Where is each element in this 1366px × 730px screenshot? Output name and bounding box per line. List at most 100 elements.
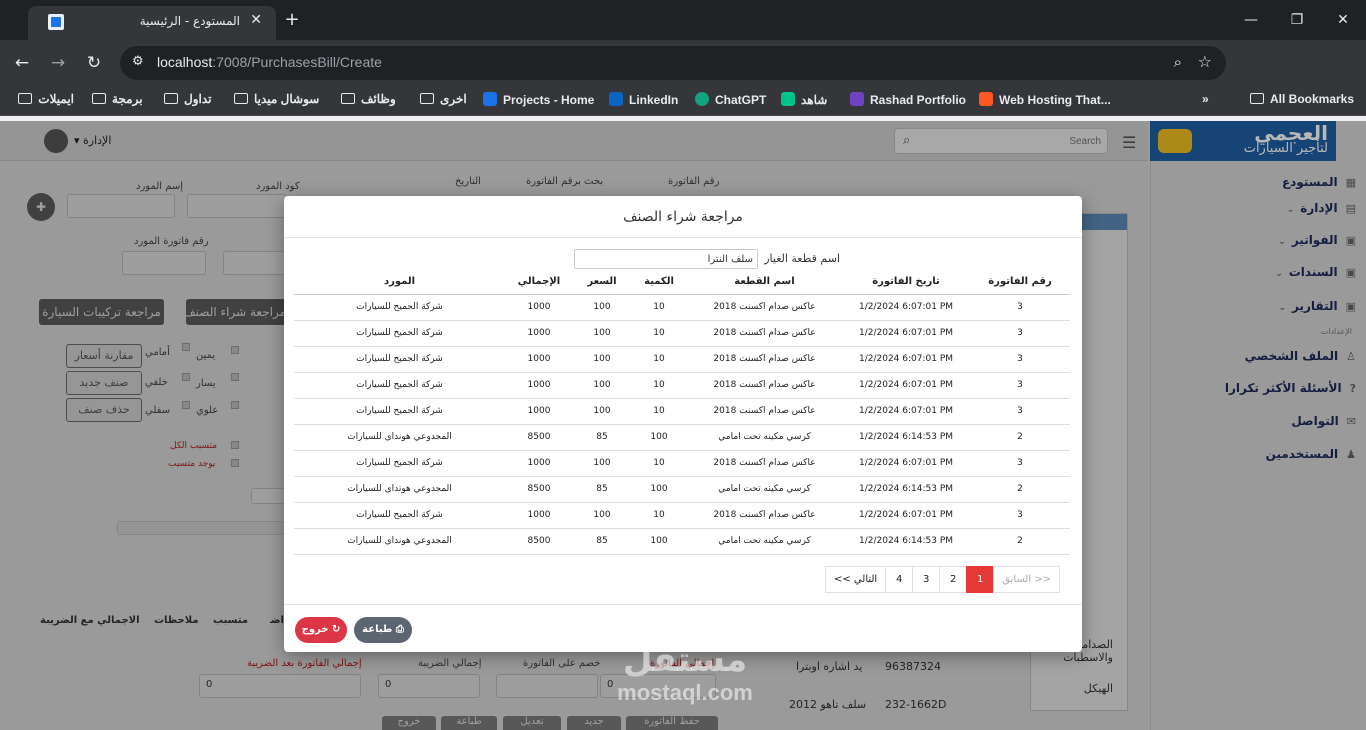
print-button[interactable]: ⎙ طباعة	[354, 617, 412, 643]
folder-icon	[1250, 93, 1264, 104]
bookmark-link[interactable]: Rashad Portfolio	[850, 92, 966, 107]
exit-button[interactable]: ↻ خروج	[295, 617, 347, 643]
bookmark-link[interactable]: Web Hosting That...	[979, 92, 1111, 107]
cell-supplier: شركة الجميح للسيارات	[294, 294, 505, 321]
pagination-next[interactable]: التالي >>	[825, 566, 887, 593]
reload-icon[interactable]: ↻	[82, 51, 106, 75]
cell-quantity: 10	[631, 450, 687, 477]
cell-part-name: كرسي مكينه تحت امامي	[687, 476, 842, 503]
bookmark-folder[interactable]: تداول	[164, 92, 212, 106]
new-tab-button[interactable]: +	[280, 10, 304, 32]
cell-price: 100	[573, 320, 631, 347]
url-text: localhost:7008/PurchasesBill/Create	[157, 54, 382, 70]
pagination: التالي >> 4 3 2 1 << السابق	[825, 566, 1061, 593]
cell-part-name: عاكس صدام اكسنت 2018	[687, 320, 842, 347]
cell-part-name: عاكس صدام اكسنت 2018	[687, 372, 842, 399]
pagination-prev[interactable]: << السابق	[993, 566, 1061, 593]
bookmark-folder[interactable]: اخرى	[420, 92, 467, 106]
cell-total: 8500	[505, 528, 573, 555]
all-bookmarks[interactable]: All Bookmarks	[1250, 92, 1354, 106]
cell-price: 100	[573, 294, 631, 321]
cell-total: 1000	[505, 320, 573, 347]
mostaql-watermark: مستقل mostaql.com	[600, 640, 770, 712]
zoom-icon[interactable]: ⌕	[1174, 53, 1182, 71]
forward-arrow-icon[interactable]: →	[46, 51, 70, 75]
cell-quantity: 10	[631, 398, 687, 425]
bookmark-folder[interactable]: وظائف	[341, 92, 396, 106]
pagination-page-1[interactable]: 1	[966, 566, 995, 593]
cell-total: 8500	[505, 424, 573, 451]
table-row[interactable]: 2 1/2/2024 6:14:53 PM كرسي مكينه تحت امامي…	[294, 528, 1070, 555]
table-row[interactable]: 3 1/2/2024 6:07:01 PM عاكس صدام اكسنت 2018…	[294, 294, 1070, 321]
tab-close-icon[interactable]: ✕	[250, 12, 262, 28]
bookmarks-overflow-icon[interactable]: »	[1202, 92, 1209, 106]
folder-icon	[341, 93, 355, 104]
pagination-page-3[interactable]: 3	[912, 566, 941, 593]
tab-title: المستودع - الرئيسية	[139, 14, 240, 28]
bookmark-link[interactable]: ChatGPT	[695, 92, 766, 107]
exit-button-label: خروج	[301, 624, 329, 635]
col-bill-number: رقم الفاتورة	[970, 270, 1070, 295]
table-row[interactable]: 3 1/2/2024 6:07:01 PM عاكس صدام اكسنت 2018…	[294, 502, 1070, 529]
part-name-input[interactable]	[574, 249, 758, 269]
bookmark-label: اخرى	[440, 92, 467, 106]
bookmark-link[interactable]: شاهد	[781, 92, 827, 107]
browser-tab[interactable]: المستودع - الرئيسية ✕	[28, 6, 276, 40]
table-row[interactable]: 3 1/2/2024 6:07:01 PM عاكس صدام اكسنت 2018…	[294, 346, 1070, 373]
table-row[interactable]: 3 1/2/2024 6:07:01 PM عاكس صدام اكسنت 2018…	[294, 320, 1070, 347]
table-row[interactable]: 2 1/2/2024 6:14:53 PM كرسي مكينه تحت امامي…	[294, 424, 1070, 451]
bookmark-folder[interactable]: سوشال ميديا	[234, 92, 319, 106]
cell-bill-number: 3	[970, 372, 1070, 399]
table-row[interactable]: 3 1/2/2024 6:07:01 PM عاكس صدام اكسنت 2018…	[294, 372, 1070, 399]
close-window-icon[interactable]: ✕	[1320, 0, 1366, 40]
table-row[interactable]: 3 1/2/2024 6:07:01 PM عاكس صدام اكسنت 2018…	[294, 450, 1070, 477]
browser-tab-strip: المستودع - الرئيسية ✕ + — ❐ ✕	[0, 0, 1366, 40]
tab-favicon-icon	[48, 14, 64, 30]
minimize-icon[interactable]: —	[1228, 0, 1274, 40]
linkedin-icon	[609, 92, 623, 106]
bookmark-folder[interactable]: برمجة	[92, 92, 143, 106]
cell-price: 100	[573, 372, 631, 399]
bookmark-folder[interactable]: ايميلات	[18, 92, 74, 106]
bookmark-label: LinkedIn	[629, 93, 679, 107]
back-arrow-icon[interactable]: ←	[10, 51, 34, 75]
table-row[interactable]: 3 1/2/2024 6:07:01 PM عاكس صدام اكسنت 2018…	[294, 398, 1070, 425]
cell-quantity: 10	[631, 294, 687, 321]
cell-part-name: عاكس صدام اكسنت 2018	[687, 346, 842, 373]
address-bar[interactable]: ⚙ localhost:7008/PurchasesBill/Create ⌕ …	[120, 46, 1226, 80]
cell-part-name: عاكس صدام اكسنت 2018	[687, 502, 842, 529]
bookmarks-bar: ايميلات برمجة تداول سوشال ميديا وظائف اخ…	[0, 86, 1366, 116]
folder-icon	[234, 93, 248, 104]
cell-part-name: عاكس صدام اكسنت 2018	[687, 398, 842, 425]
col-supplier: المورد	[294, 270, 505, 295]
url-path: :7008/PurchasesBill/Create	[212, 54, 382, 70]
purchases-table: رقم الفاتورة تاريخ الفاتورة اسم القطعة ا…	[294, 270, 1070, 555]
site-info-icon[interactable]: ⚙	[132, 54, 144, 69]
table-row[interactable]: 2 1/2/2024 6:14:53 PM كرسي مكينه تحت امامي…	[294, 476, 1070, 503]
cell-supplier: المجدوعي هونداى للسيارات	[294, 424, 505, 451]
restore-icon[interactable]: ❐	[1274, 0, 1320, 40]
cell-bill-number: 2	[970, 476, 1070, 503]
folder-icon	[164, 93, 178, 104]
cell-total: 1000	[505, 294, 573, 321]
bookmark-label: Rashad Portfolio	[870, 93, 967, 107]
bookmark-label: ChatGPT	[715, 93, 767, 107]
pagination-page-2[interactable]: 2	[939, 566, 968, 593]
hosting-icon	[979, 92, 993, 106]
cell-total: 1000	[505, 372, 573, 399]
all-bookmarks-label: All Bookmarks	[1270, 92, 1355, 106]
cell-bill-date: 1/2/2024 6:14:53 PM	[842, 476, 970, 503]
shahid-icon	[781, 92, 795, 106]
watermark-line2: mostaql.com	[617, 680, 753, 705]
cell-bill-number: 3	[970, 450, 1070, 477]
bookmark-link[interactable]: LinkedIn	[609, 92, 678, 107]
pagination-page-4[interactable]: 4	[885, 566, 914, 593]
bookmark-star-icon[interactable]: ☆	[1198, 52, 1212, 71]
window-controls: — ❐ ✕	[1228, 0, 1366, 40]
cell-part-name: كرسي مكينه تحت امامي	[687, 528, 842, 555]
cell-bill-date: 1/2/2024 6:07:01 PM	[842, 294, 970, 321]
browser-toolbar: ← → ↻ ⚙ localhost:7008/PurchasesBill/Cre…	[0, 40, 1366, 113]
cell-total: 1000	[505, 398, 573, 425]
cell-quantity: 100	[631, 528, 687, 555]
bookmark-link[interactable]: Projects - Home	[483, 92, 594, 107]
